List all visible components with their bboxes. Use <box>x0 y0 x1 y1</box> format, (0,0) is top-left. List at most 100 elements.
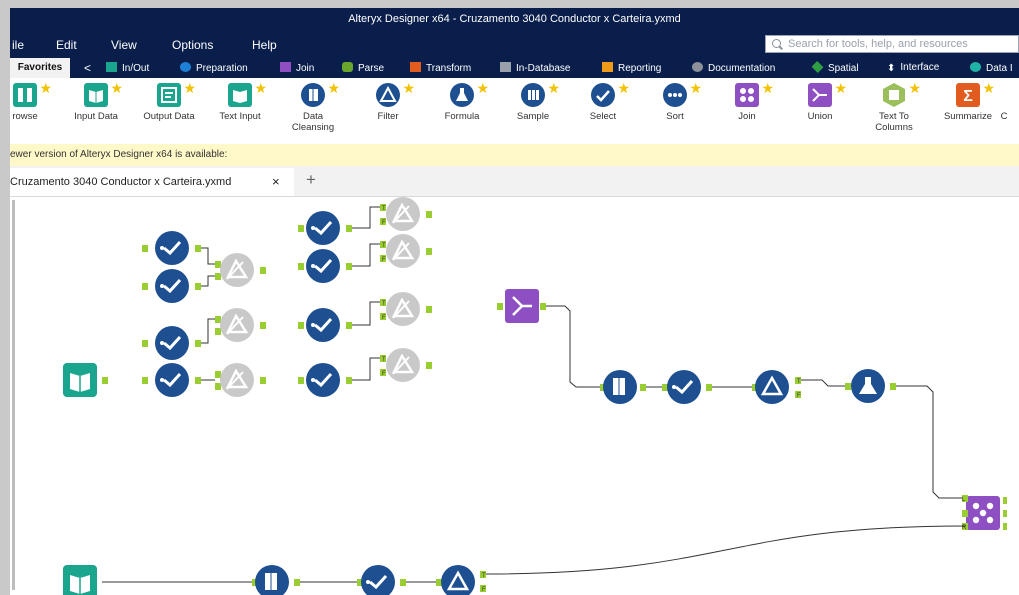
category-join[interactable]: Join <box>280 62 314 74</box>
category-preparation[interactable]: Preparation <box>180 62 248 74</box>
category-in-out[interactable]: In/Out <box>106 62 149 74</box>
tool-select[interactable]: ★ Select <box>566 80 640 122</box>
tool-partial[interactable]: C <box>992 82 1016 122</box>
title-bar: Alteryx Designer x64 - Cruzamento 3040 C… <box>10 8 1019 32</box>
favorite-star-icon: ★ <box>617 80 630 96</box>
connection-anchor <box>426 362 432 369</box>
tool-input-data[interactable]: ★ Input Data <box>59 80 133 122</box>
tool-palette: ★ rowse ★ Input Data ★ Output Data ★ Tex… <box>10 78 1019 145</box>
workflow-diagram[interactable]: TFTFTFTFTFLRTF <box>10 197 1019 595</box>
menu-view[interactable]: View <box>111 38 137 52</box>
select-tool[interactable] <box>155 326 189 360</box>
tool-label: Data Cleansing <box>291 111 335 133</box>
cleansing-tool[interactable] <box>603 370 637 404</box>
menu-file[interactable]: ile <box>12 38 24 52</box>
filter-disabled-tool[interactable] <box>220 308 254 342</box>
input-data-tool[interactable] <box>63 363 97 397</box>
new-tab-button[interactable]: + <box>298 168 324 194</box>
update-notification[interactable]: ewer version of Alteryx Designer x64 is … <box>10 144 1019 166</box>
tool-data-cleansing[interactable]: ★ Data Cleansing <box>276 80 350 133</box>
menu-options[interactable]: Options <box>172 38 213 52</box>
union-tool[interactable] <box>505 289 539 323</box>
tab-favorites[interactable]: Favorites <box>10 58 70 78</box>
tool-sort[interactable]: ★ Sort <box>638 80 712 122</box>
connection-anchor <box>142 283 148 290</box>
partial-icon <box>999 82 1009 108</box>
close-icon[interactable]: × <box>272 168 280 196</box>
connection-anchor <box>142 340 148 347</box>
select-tool[interactable] <box>667 370 701 404</box>
favorite-star-icon: ★ <box>402 80 415 96</box>
select-tool[interactable] <box>306 308 340 342</box>
connection-anchor <box>426 248 432 255</box>
output-icon: ★ <box>156 80 196 108</box>
menu-help[interactable]: Help <box>252 38 277 52</box>
tool-sample[interactable]: ★ Sample <box>496 80 570 122</box>
menu-edit[interactable]: Edit <box>56 38 77 52</box>
connection-anchor <box>890 383 896 390</box>
document-tab[interactable]: Cruzamento 3040 Conductor x Carteira.yxm… <box>10 168 294 196</box>
tool-label: Input Data <box>74 111 118 122</box>
filter-disabled-tool[interactable] <box>220 253 254 287</box>
connection-anchor <box>346 225 352 232</box>
anchor-label: F <box>797 393 801 399</box>
filter-tool[interactable] <box>755 370 789 404</box>
select-tool[interactable] <box>155 231 189 265</box>
tool-join[interactable]: ★ Join <box>710 80 784 122</box>
tool-text-input[interactable]: ★ Text Input <box>203 80 277 122</box>
category-data-investigation[interactable]: Data I <box>970 62 1013 74</box>
square-icon <box>410 62 421 72</box>
input-data-tool[interactable] <box>63 565 97 595</box>
category-in-database[interactable]: In-Database <box>500 62 570 74</box>
select-tool[interactable] <box>155 269 189 303</box>
tool-filter[interactable]: ★ Filter <box>351 80 425 122</box>
select-tool[interactable] <box>155 363 189 397</box>
anchor-label: T <box>382 357 386 363</box>
anchor-label: F <box>382 315 386 321</box>
category-spatial[interactable]: Spatial <box>811 61 859 74</box>
select-tool[interactable] <box>306 211 340 245</box>
join-tool[interactable] <box>966 496 1000 530</box>
filter-icon: ★ <box>375 80 415 108</box>
select-tool[interactable] <box>361 565 395 595</box>
tool-text-to-columns[interactable]: ★ Text To Columns <box>857 80 931 133</box>
search-input[interactable]: Search for tools, help, and resources <box>765 35 1019 53</box>
sample-icon: ★ <box>520 80 560 108</box>
category-transform[interactable]: Transform <box>410 62 471 74</box>
category-back-button[interactable]: < <box>84 61 91 75</box>
favorite-star-icon: ★ <box>183 80 196 96</box>
database-icon <box>500 62 511 72</box>
filter-disabled-tool[interactable] <box>386 234 420 268</box>
updown-icon: ⬍ <box>887 63 896 74</box>
select-tool[interactable] <box>306 363 340 397</box>
category-interface[interactable]: ⬍ Interface <box>887 62 939 74</box>
tool-label: rowse <box>12 111 38 122</box>
filter-tool[interactable] <box>441 565 475 595</box>
vertical-scrollbar[interactable] <box>12 200 15 590</box>
select-tool[interactable] <box>306 249 340 283</box>
tool-label: Sample <box>516 111 550 122</box>
workflow-canvas[interactable]: TFTFTFTFTFLRTF <box>10 197 1019 595</box>
favorite-star-icon: ★ <box>834 80 847 96</box>
category-label: Documentation <box>708 63 776 74</box>
category-label: Reporting <box>618 63 662 74</box>
category-label: Join <box>296 63 315 74</box>
tool-browse[interactable]: ★ rowse <box>10 80 62 122</box>
category-label: Data I <box>986 63 1013 74</box>
cleansing-tool[interactable] <box>255 565 289 595</box>
filter-disabled-tool[interactable] <box>220 363 254 397</box>
category-parse[interactable]: Parse <box>342 62 384 74</box>
tool-union[interactable]: ★ Union <box>783 80 857 122</box>
cleansing-icon: ★ <box>300 80 340 108</box>
tool-output-data[interactable]: ★ Output Data <box>132 80 206 122</box>
category-documentation[interactable]: Documentation <box>692 62 775 74</box>
filter-disabled-tool[interactable] <box>386 197 420 231</box>
tool-formula[interactable]: ★ Formula <box>425 80 499 122</box>
filter-disabled-tool[interactable] <box>386 348 420 382</box>
search-icon <box>772 39 781 48</box>
category-label: Transform <box>426 63 472 74</box>
anchor-label: T <box>382 206 386 212</box>
filter-disabled-tool[interactable] <box>386 292 420 326</box>
formula-tool[interactable] <box>851 369 885 403</box>
category-reporting[interactable]: Reporting <box>602 62 661 74</box>
